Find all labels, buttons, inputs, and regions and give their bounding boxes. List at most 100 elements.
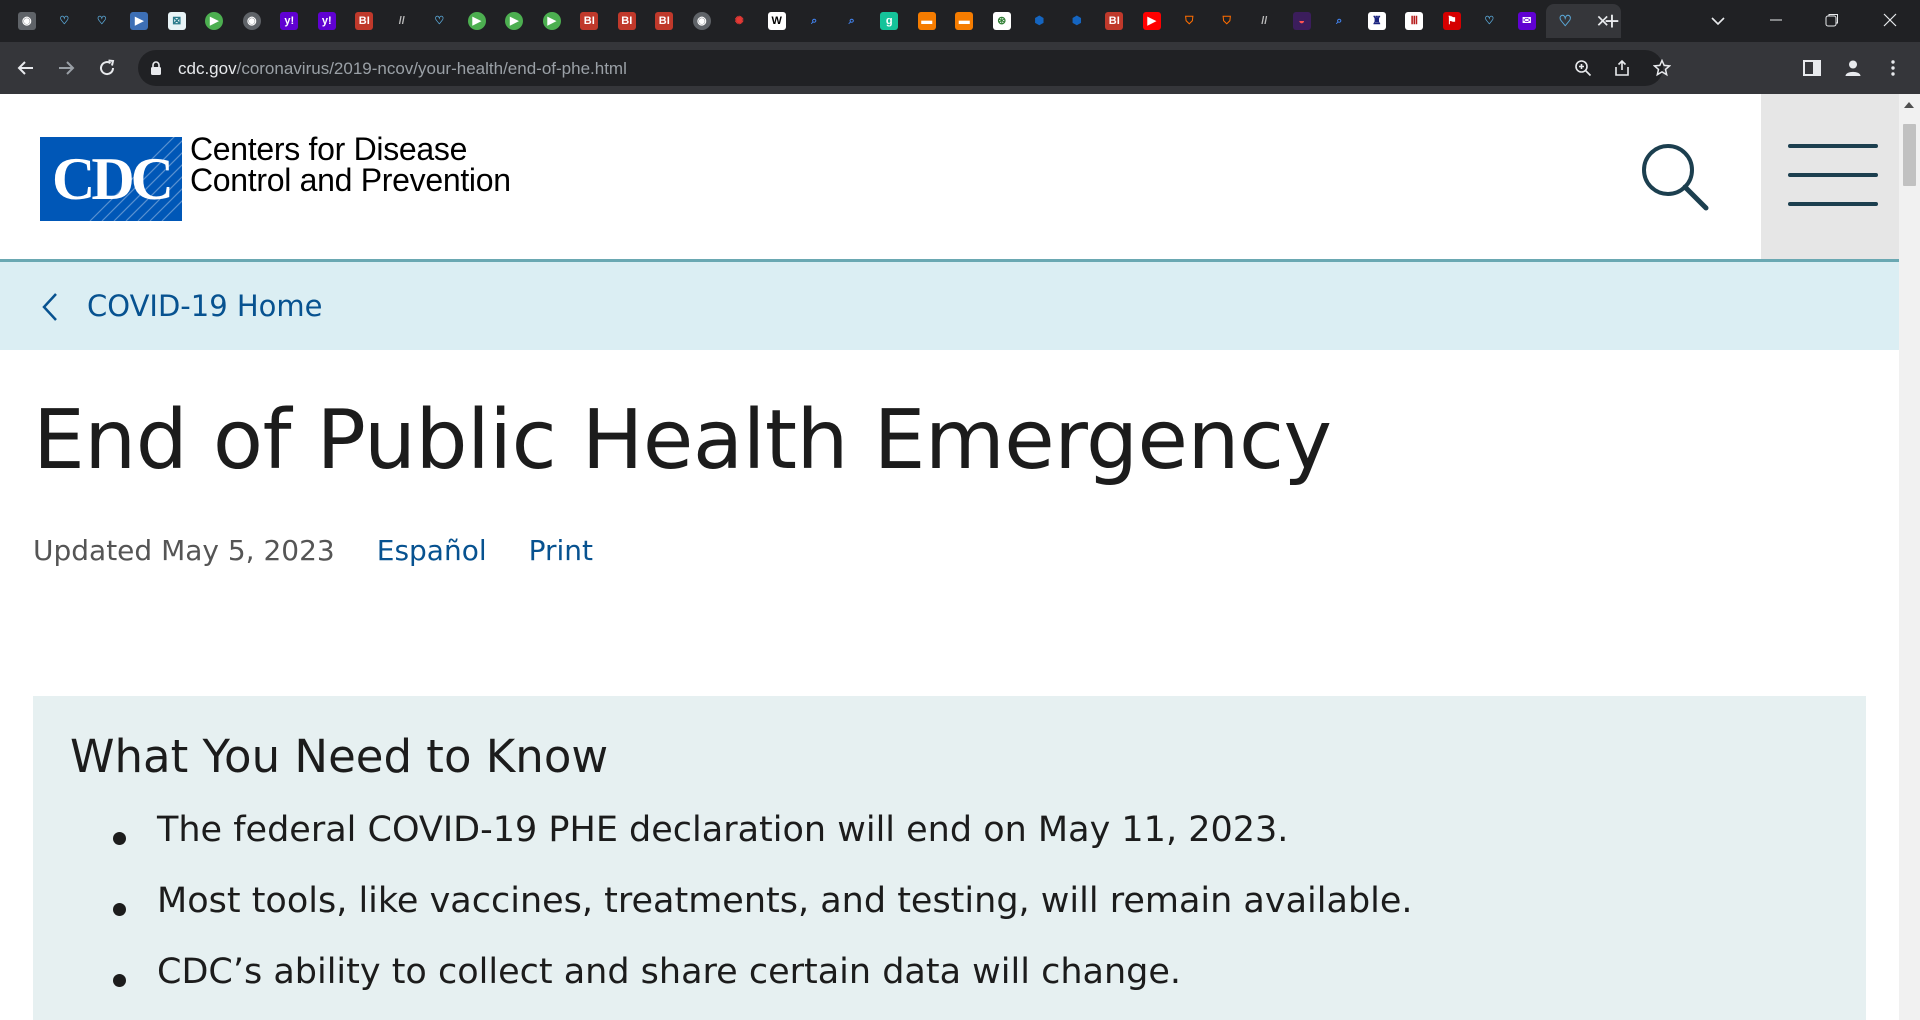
- site-menu-button[interactable]: [1761, 94, 1899, 259]
- browser-tab[interactable]: ⊛: [983, 4, 1021, 38]
- tab-list: ◉ ♡ ♡ ▶ ⊠ ▶ ◉ y! y! BI // ♡ ▶ ▶ ▶ BI BI BI ◉ ✺ W ⌕ ⌕ g ▬ ▬ ⊛ ⬢ ⬢ BI ▶ ⛉…: [8, 4, 1621, 38]
- espanol-link[interactable]: Español: [377, 534, 487, 567]
- browser-tab[interactable]: g: [871, 4, 909, 38]
- browser-toolbar: cdc.gov/coronavirus/2019-ncov/your-healt…: [0, 42, 1920, 94]
- youtube-icon: ▶: [1142, 12, 1161, 30]
- browser-tab-strip: ◉ ♡ ♡ ▶ ⊠ ▶ ◉ y! y! BI // ♡ ▶ ▶ ▶ BI BI BI ◉ ✺ W ⌕ ⌕ g ▬ ▬ ⊛ ⬢ ⬢ BI ▶ ⛉…: [0, 0, 1920, 42]
- close-icon: [1883, 13, 1897, 27]
- org-name-line2: Control and Prevention: [190, 162, 511, 198]
- profile-icon: [1845, 60, 1861, 76]
- browser-tab[interactable]: ▶: [121, 4, 159, 38]
- play-icon: ▶: [505, 12, 524, 30]
- browser-tab[interactable]: BI: [646, 4, 684, 38]
- browser-tab[interactable]: ⬢: [1021, 4, 1059, 38]
- site-header: CDC Centers for Disease Control and Prev…: [0, 94, 1899, 262]
- mask-icon: ◒: [1292, 12, 1311, 30]
- play-icon: ▶: [542, 12, 561, 30]
- browser-tab[interactable]: y!: [271, 4, 309, 38]
- browser-tab[interactable]: ⊠: [158, 4, 196, 38]
- grammarly-g-icon: g: [880, 12, 899, 30]
- browser-tab[interactable]: ▬: [946, 4, 984, 38]
- globe-icon: ◉: [17, 12, 36, 30]
- browser-tab[interactable]: ✺: [721, 4, 759, 38]
- business-insider-icon: BI: [617, 12, 636, 30]
- browser-tab[interactable]: ◒: [1283, 4, 1321, 38]
- side-panel-button[interactable]: [1796, 52, 1828, 84]
- org-name: Centers for Disease Control and Preventi…: [190, 133, 511, 198]
- browser-tab[interactable]: ⛉: [1208, 4, 1246, 38]
- browser-tab[interactable]: Ⅲ: [1396, 4, 1434, 38]
- close-window-button[interactable]: [1862, 0, 1918, 40]
- browser-tab[interactable]: ◉: [233, 4, 271, 38]
- heart-icon: ♡: [430, 12, 449, 30]
- browser-tab[interactable]: ✉: [1508, 4, 1546, 38]
- bullet-icon: [113, 832, 126, 845]
- hamburger-line: [1788, 173, 1878, 177]
- grid-icon: ⊠: [167, 12, 186, 30]
- address-bar[interactable]: cdc.gov/coronavirus/2019-ncov/your-healt…: [138, 50, 1671, 86]
- browser-tab[interactable]: //: [383, 4, 421, 38]
- browser-tab[interactable]: ▶: [196, 4, 234, 38]
- play-icon: ▶: [467, 12, 486, 30]
- back-button[interactable]: [10, 52, 42, 84]
- browser-tab[interactable]: BI: [571, 4, 609, 38]
- chrome-menu-button[interactable]: [1877, 52, 1909, 84]
- browser-tab[interactable]: ♜: [1358, 4, 1396, 38]
- heart-icon: ♡: [55, 12, 74, 30]
- business-insider-icon: BI: [580, 12, 599, 30]
- browser-tab[interactable]: ▶: [533, 4, 571, 38]
- browser-tab[interactable]: BI: [608, 4, 646, 38]
- browser-tab[interactable]: ◉: [8, 4, 46, 38]
- business-insider-icon: BI: [655, 12, 674, 30]
- business-insider-icon: BI: [355, 12, 374, 30]
- crest-icon: ♜: [1367, 12, 1386, 30]
- bookmark-star-button[interactable]: [1648, 54, 1676, 82]
- search-icon: ⌕: [1330, 12, 1349, 30]
- browser-tab[interactable]: ⬢: [1058, 4, 1096, 38]
- browser-tab[interactable]: ▶: [458, 4, 496, 38]
- need-to-know-heading: What You Need to Know: [70, 730, 609, 783]
- browser-tab[interactable]: ▶: [1133, 4, 1171, 38]
- browser-tab[interactable]: ▶: [496, 4, 534, 38]
- forward-button[interactable]: [50, 52, 82, 84]
- browser-tab[interactable]: ▬: [908, 4, 946, 38]
- browser-tab[interactable]: ⌕: [1321, 4, 1359, 38]
- web-page: CDC Centers for Disease Control and Prev…: [0, 94, 1899, 1020]
- scroll-up-arrow-icon[interactable]: [1904, 102, 1914, 108]
- browser-tab[interactable]: ♡: [46, 4, 84, 38]
- browser-tab[interactable]: ⛉: [1171, 4, 1209, 38]
- cdc-logo[interactable]: CDC: [40, 137, 182, 221]
- browser-tab[interactable]: BI: [1096, 4, 1134, 38]
- reload-icon: [100, 59, 115, 76]
- scrollbar-thumb[interactable]: [1903, 124, 1916, 186]
- url-text: cdc.gov/coronavirus/2019-ncov/your-healt…: [178, 59, 627, 79]
- browser-tab[interactable]: ♡: [1471, 4, 1509, 38]
- minimize-button[interactable]: [1748, 0, 1804, 40]
- browser-tab[interactable]: ♡: [421, 4, 459, 38]
- folder-icon: ▶: [130, 12, 149, 30]
- new-tab-button[interactable]: +: [1597, 6, 1627, 36]
- zoom-button[interactable]: [1569, 54, 1597, 82]
- restore-button[interactable]: [1804, 0, 1860, 40]
- list-item-text: The federal COVID-19 PHE declaration wil…: [157, 810, 1289, 850]
- globe-icon: ◉: [692, 12, 711, 30]
- print-link[interactable]: Print: [529, 534, 593, 567]
- browser-tab[interactable]: BI: [346, 4, 384, 38]
- browser-tab[interactable]: y!: [308, 4, 346, 38]
- browser-tab[interactable]: W: [758, 4, 796, 38]
- browser-tab[interactable]: ⚑: [1433, 4, 1471, 38]
- tab-search-button[interactable]: [1705, 8, 1731, 34]
- share-button[interactable]: [1608, 54, 1636, 82]
- profile-button[interactable]: [1837, 52, 1869, 84]
- browser-tab[interactable]: ♡: [83, 4, 121, 38]
- hamburger-line: [1788, 202, 1878, 206]
- kebab-menu-icon: [1891, 60, 1895, 76]
- browser-tab[interactable]: ◉: [683, 4, 721, 38]
- browser-tab[interactable]: ⌕: [833, 4, 871, 38]
- site-search-button[interactable]: [1638, 140, 1710, 212]
- browser-tab[interactable]: ⌕: [796, 4, 834, 38]
- browser-tab[interactable]: //: [1246, 4, 1284, 38]
- page-scrollbar[interactable]: [1899, 94, 1920, 1020]
- covid-home-link[interactable]: COVID-19 Home: [87, 289, 323, 323]
- reload-button[interactable]: [91, 52, 123, 84]
